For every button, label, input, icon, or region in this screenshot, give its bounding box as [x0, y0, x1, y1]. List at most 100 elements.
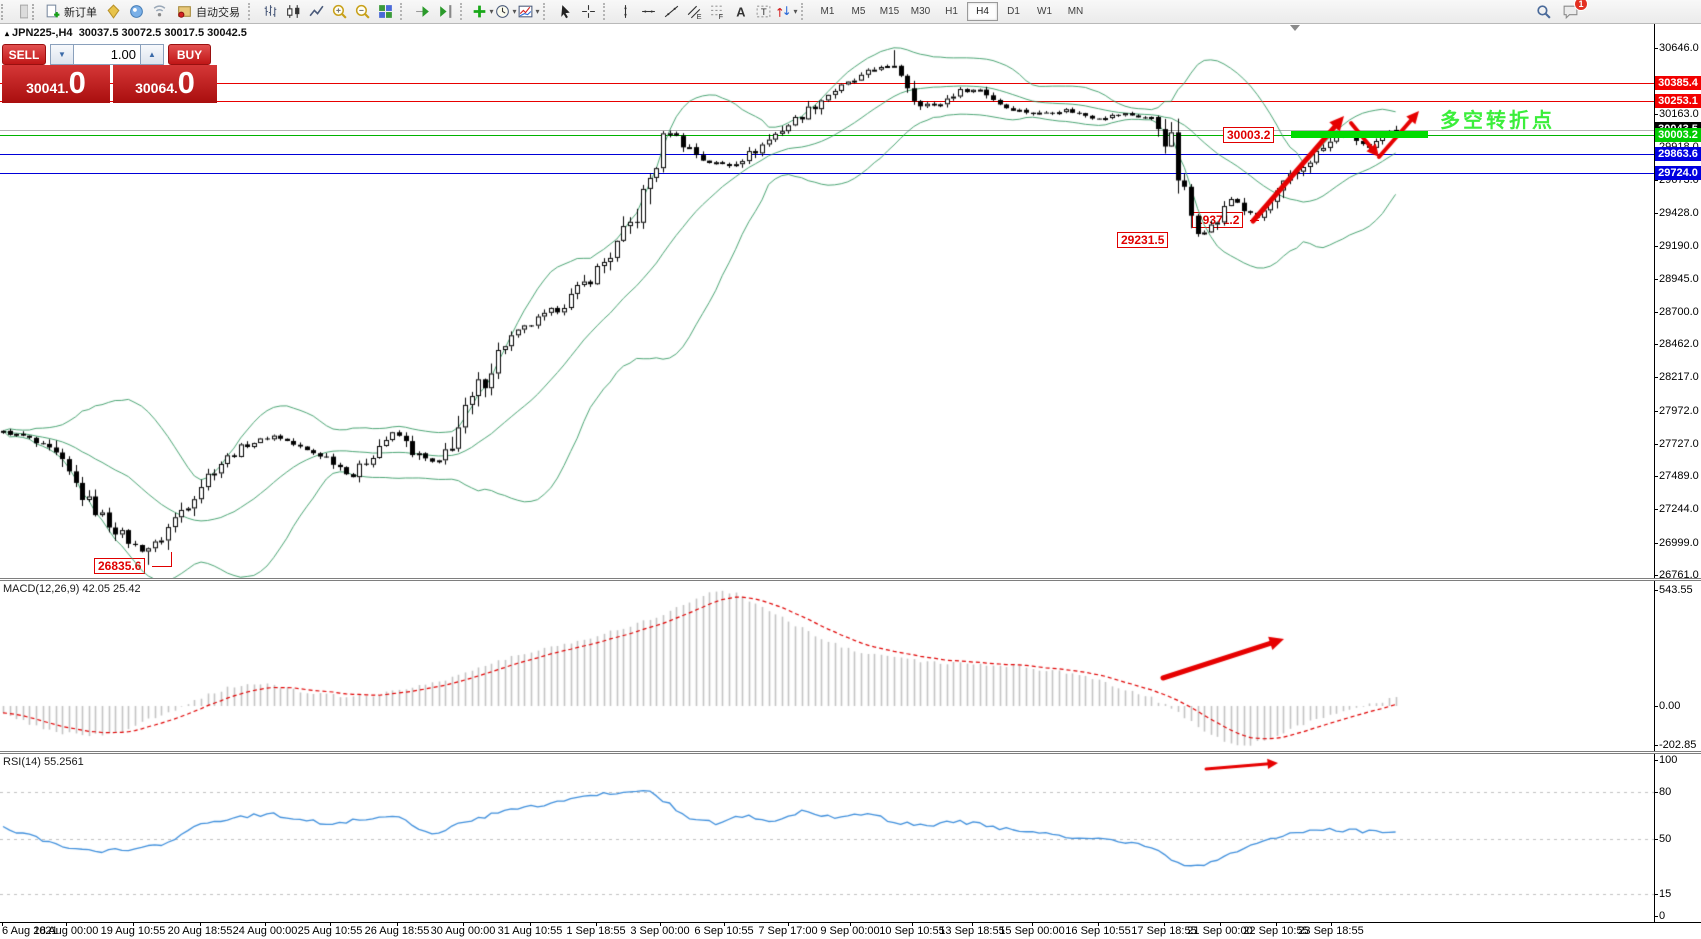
price-tick-mark	[1654, 444, 1658, 445]
timeframe-m30[interactable]: M30	[905, 2, 936, 21]
price-tick-mark	[1654, 213, 1658, 214]
clock-icon	[494, 3, 511, 20]
rsi-pane-divider[interactable]	[0, 751, 1701, 754]
templates-button[interactable]: ▾	[517, 2, 540, 22]
price-tick-mark	[1654, 344, 1658, 345]
timeframe-m1[interactable]: M1	[812, 2, 843, 21]
timeframe-mn[interactable]: MN	[1060, 2, 1091, 21]
tile-windows-button[interactable]	[374, 2, 397, 22]
indicators-button[interactable]: ▾	[471, 2, 494, 22]
arrows-button[interactable]: ▾	[775, 2, 798, 22]
fibonacci-button[interactable]: F	[706, 2, 729, 22]
horizontal-line-button[interactable]	[637, 2, 660, 22]
autoscroll-icon	[414, 3, 431, 20]
macd-scale-label: 543.55	[1659, 584, 1693, 596]
timeframe-h4[interactable]: H4	[967, 2, 998, 21]
buy-price[interactable]: 30064.0	[113, 65, 217, 103]
community-icon[interactable]	[125, 2, 148, 22]
price-tick-label: 27244.0	[1659, 503, 1699, 515]
price-tick-mark	[1654, 312, 1658, 313]
time-tick-label: 24 Aug 00:00	[233, 925, 298, 937]
rsi-tick-mark	[1654, 894, 1658, 895]
timeframe-d1[interactable]: D1	[998, 2, 1029, 21]
auto-scroll-button[interactable]	[411, 2, 434, 22]
clipped-chart-icon[interactable]	[8, 2, 31, 22]
timeframe-h1[interactable]: H1	[936, 2, 967, 21]
price-badge-30253.1: 30253.1	[1655, 94, 1701, 108]
timeframe-w1[interactable]: W1	[1029, 2, 1060, 21]
mt4-window: 新订单 自动交易 ▾ ▾ ▾ E FAT ▾ M1M5M15M30H1H4D1W1MN 1 ▴…	[0, 0, 1701, 939]
price-chart-canvas[interactable]	[0, 23, 1654, 578]
price-tick-mark	[1654, 114, 1658, 115]
volume-input[interactable]	[74, 44, 140, 65]
new-order-button[interactable]: 新订单	[39, 2, 102, 22]
sell-price[interactable]: 30041.0	[2, 65, 110, 103]
price-tick-mark	[1654, 509, 1658, 510]
price-tick-label: 28462.0	[1659, 338, 1699, 350]
price-badge-29724.0: 29724.0	[1655, 166, 1701, 180]
timeframe-m5[interactable]: M5	[843, 2, 874, 21]
chart-shift-button[interactable]	[434, 2, 457, 22]
zoom-in-button[interactable]	[328, 2, 351, 22]
svg-text:F: F	[719, 12, 724, 20]
price-tick-label: 27972.0	[1659, 405, 1699, 417]
price-tick-mark	[1654, 575, 1658, 576]
periods-button[interactable]: ▾	[494, 2, 517, 22]
chevron-down-icon[interactable]: ▾	[793, 7, 797, 16]
signals-icon[interactable]	[148, 2, 171, 22]
candlestick-chart-type-button[interactable]	[282, 2, 305, 22]
chevron-down-icon[interactable]: ▾	[489, 7, 493, 16]
macd-pane-canvas[interactable]	[0, 581, 1654, 751]
toolbar-separator	[400, 3, 408, 20]
time-tick-label: 13 Sep 18:55	[939, 925, 1004, 937]
time-tick-label: 6 Sep 10:55	[694, 925, 753, 937]
toolbar-grip[interactable]	[32, 4, 38, 20]
zoomout-icon	[354, 3, 371, 20]
line-chart-type-button[interactable]	[305, 2, 328, 22]
autotrading-button[interactable]: 自动交易	[171, 2, 245, 22]
editor-icon	[105, 3, 122, 20]
text-button[interactable]: A	[729, 2, 752, 22]
toolbar-grip[interactable]	[1, 4, 7, 20]
buy-button[interactable]: BUY	[168, 44, 211, 65]
macd-scale-label: -202.85	[1659, 739, 1696, 751]
zoom-out-button[interactable]	[351, 2, 374, 22]
price-tick-mark	[1654, 279, 1658, 280]
sell-button[interactable]: SELL	[2, 44, 46, 65]
rsi-scale-label: 50	[1659, 833, 1671, 845]
notifications-button[interactable]: 1	[1559, 1, 1582, 21]
turning-point-note[interactable]: 多空转折点	[1440, 104, 1555, 133]
rsi-tick-mark	[1654, 792, 1658, 793]
equidistant-channel-button[interactable]: E	[683, 2, 706, 22]
search-button[interactable]	[1532, 1, 1555, 21]
vertical-line-button[interactable]	[614, 2, 637, 22]
collapse-marker-icon[interactable]: ▴	[5, 29, 9, 38]
price-tick-mark	[1654, 411, 1658, 412]
text-label-button[interactable]: T	[752, 2, 775, 22]
rsi-pane-canvas[interactable]	[0, 754, 1654, 922]
time-tick-label: 16 Sep 10:55	[1065, 925, 1130, 937]
support-zone-line[interactable]	[1291, 131, 1428, 138]
crosshair-button[interactable]	[577, 2, 600, 22]
cursor-button[interactable]	[554, 2, 577, 22]
volume-increase-button[interactable]: ▲	[140, 44, 164, 65]
linechart-icon	[308, 3, 325, 20]
timeframe-m15[interactable]: M15	[874, 2, 905, 21]
chevron-down-icon[interactable]: ▾	[512, 7, 516, 16]
signals-icon	[151, 3, 168, 20]
time-tick-label: 9 Sep 00:00	[820, 925, 879, 937]
macd-pane-divider[interactable]	[0, 578, 1701, 581]
chevron-down-icon[interactable]: ▾	[535, 7, 539, 16]
macd-tick-mark	[1654, 706, 1658, 707]
zoomin-icon	[331, 3, 348, 20]
rsi-scale-label: 0	[1659, 910, 1665, 922]
toolbar-separator	[543, 3, 551, 20]
price-tick-label: 30163.0	[1659, 108, 1699, 120]
volume-decrease-button[interactable]: ▼	[50, 44, 74, 65]
metaeditor-icon[interactable]	[102, 2, 125, 22]
trendline-button[interactable]	[660, 2, 683, 22]
bar-chart-type-button[interactable]	[259, 2, 282, 22]
toolbar-separator	[248, 3, 256, 20]
toolbar-separator	[603, 3, 611, 20]
time-axis-line[interactable]	[0, 922, 1701, 923]
